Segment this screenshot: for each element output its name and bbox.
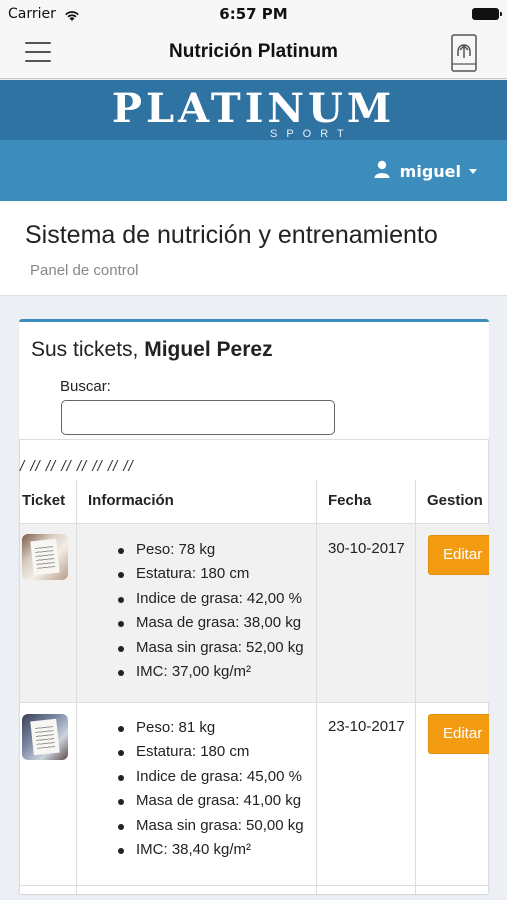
caret-down-icon [469,168,477,174]
ticket-thumbnail[interactable] [22,534,68,580]
user-menu-dropdown[interactable]: miguel [374,160,477,182]
battery-icon [472,8,502,20]
user-bar: miguel [0,140,507,201]
clock: 6:57 PM [219,5,288,23]
info-item: Masa de grasa: 38,00 kg [118,611,304,635]
column-header-gestion[interactable]: Gestion [427,492,483,509]
column-header-ticket[interactable]: Ticket [22,492,65,509]
info-item: Masa sin grasa: 50,00 kg [118,814,304,838]
status-bar: Carrier 6:57 PM [0,0,507,28]
app-nav-bar: Nutrición Platinum [0,28,507,79]
pagination-slashes: / // // // // // // // [20,458,134,475]
username-label: miguel [399,161,461,181]
info-item: Indice de grasa: 45,00 % [118,765,304,789]
edit-button[interactable]: Editar [428,535,489,575]
info-item: IMC: 37,00 kg/m² [118,660,304,684]
info-item: Masa de grasa: 41,00 kg [118,789,304,813]
page-title: Sistema de nutrición y entrenamiento [25,221,438,249]
platinum-logo-subtitle: SPORT [270,128,353,140]
column-header-informacion[interactable]: Información [88,492,174,509]
search-input[interactable] [61,400,335,435]
user-full-name: Miguel Perez [144,338,273,361]
user-icon [374,160,390,182]
info-item: Estatura: 180 cm [118,740,304,764]
info-item: Masa sin grasa: 52,00 kg [118,636,304,660]
breadcrumb: Panel de control [30,262,139,279]
ticket-info-list: Peso: 78 kg Estatura: 180 cm Indice de g… [118,538,304,684]
ticket-date: 30-10-2017 [328,540,405,557]
info-item: Estatura: 180 cm [118,562,304,586]
platinum-logo: PLATINUM [111,85,396,132]
tickets-title: Sus tickets, Miguel Perez [31,338,273,361]
info-item: Peso: 81 kg [118,716,304,740]
ticket-date: 23-10-2017 [328,718,405,735]
upload-icon[interactable] [449,33,479,77]
column-header-fecha[interactable]: Fecha [328,492,371,509]
edit-button[interactable]: Editar [428,714,489,754]
brand-header: PLATINUM SPORT [0,80,507,140]
info-item: Indice de grasa: 42,00 % [118,587,304,611]
ticket-info-list: Peso: 81 kg Estatura: 180 cm Indice de g… [118,716,304,862]
nav-title: Nutrición Platinum [169,41,338,62]
ticket-thumbnail[interactable] [22,714,68,760]
tickets-table: / // // // // // // // Ticket Informació… [19,439,489,894]
tickets-box: Sus tickets, Miguel Perez Buscar: / // /… [19,319,489,894]
search-label: Buscar: [60,378,111,395]
info-item: IMC: 38,40 kg/m² [118,838,304,862]
info-item: Peso: 78 kg [118,538,304,562]
content-header: Sistema de nutrición y entrenamiento Pan… [0,201,507,296]
